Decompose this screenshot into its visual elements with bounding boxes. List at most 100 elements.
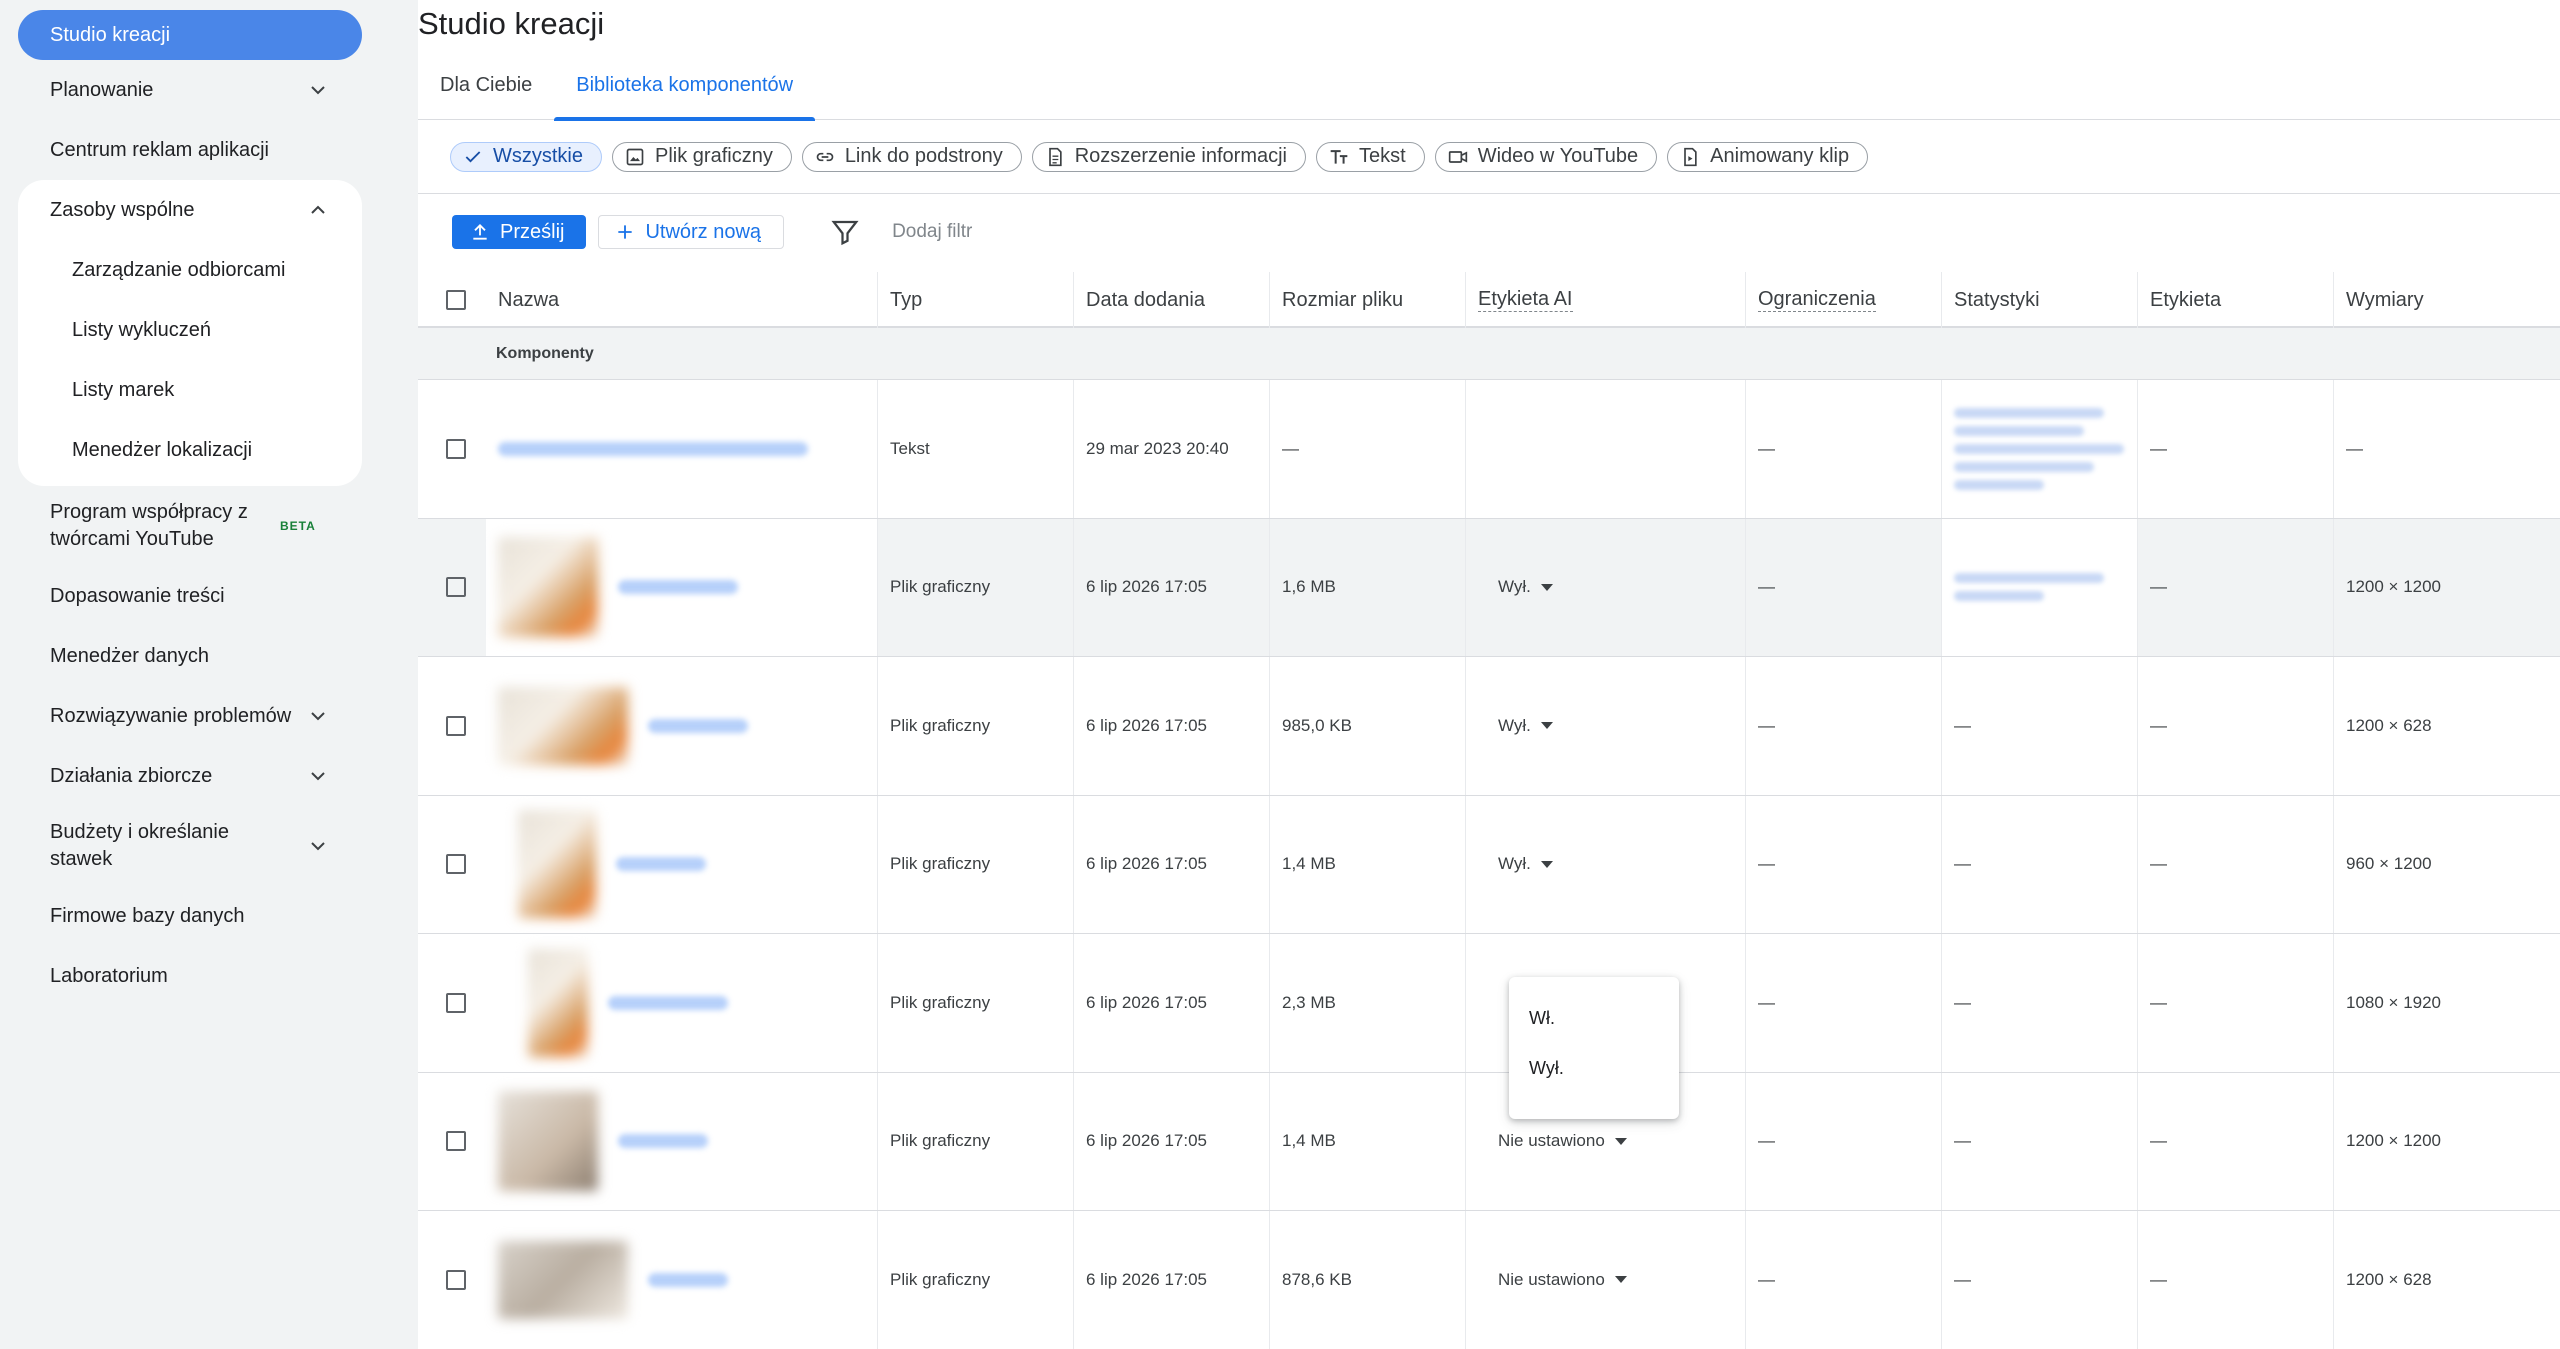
chip-wszystkie[interactable]: Wszystkie bbox=[450, 141, 602, 172]
upload-button-label: Prześlij bbox=[500, 220, 565, 243]
sidebar-subitem-wykluczenia[interactable]: Listy wykluczeń bbox=[18, 300, 362, 360]
row-checkbox-cell bbox=[418, 934, 486, 1072]
table-row[interactable]: Tekst 29 mar 2023 20:40 — — — — bbox=[418, 380, 2560, 519]
date-cell: 6 lip 2026 17:05 bbox=[1074, 518, 1270, 656]
chevron-up-icon bbox=[306, 198, 330, 222]
sidebar-item-dzialania-zbiorcze[interactable]: Działania zbiorcze bbox=[18, 746, 362, 806]
table-row[interactable]: Plik graficzny 6 lip 2026 17:05 878,6 KB… bbox=[418, 1211, 2560, 1349]
sidebar-item-label: Centrum reklam aplikacji bbox=[50, 138, 269, 161]
table-row[interactable]: Plik graficzny 6 lip 2026 17:05 985,0 KB… bbox=[418, 657, 2560, 796]
sidebar-item-zasoby-wspolne[interactable]: Zasoby wspólne bbox=[18, 180, 362, 240]
sidebar-group-zasoby: Zasoby wspólne Zarządzanie odbiorcami Li… bbox=[18, 180, 362, 486]
name-cell[interactable] bbox=[486, 657, 878, 795]
popup-option-on[interactable]: Wł. bbox=[1509, 993, 1679, 1043]
type-cell: Plik graficzny bbox=[878, 518, 1074, 656]
ai-label-cell: Nie ustawiono bbox=[1466, 1211, 1746, 1349]
ai-label-dropdown[interactable]: Nie ustawiono bbox=[1498, 1131, 1627, 1151]
ai-label-popup-menu: Wł. Wył. bbox=[1509, 977, 1679, 1119]
column-header-rozmiar[interactable]: Rozmiar pliku bbox=[1270, 272, 1466, 328]
blurred-name bbox=[616, 857, 706, 872]
chip-label: Rozszerzenie informacji bbox=[1074, 145, 1287, 167]
sidebar-item-planowanie[interactable]: Planowanie bbox=[18, 60, 362, 120]
row-checkbox[interactable] bbox=[446, 992, 466, 1013]
ai-label-dropdown[interactable]: Wył. bbox=[1498, 716, 1553, 736]
column-header-etykieta-ai[interactable]: Etykieta AI bbox=[1466, 272, 1746, 328]
name-cell[interactable] bbox=[486, 380, 878, 518]
add-filter-link[interactable]: Dodaj filtr bbox=[892, 221, 972, 243]
type-cell: Plik graficzny bbox=[878, 795, 1074, 933]
name-cell[interactable] bbox=[486, 795, 878, 933]
chevron-down-icon bbox=[306, 704, 330, 728]
ai-label-dropdown[interactable]: Wył. bbox=[1498, 577, 1553, 597]
sidebar-subitem-marki[interactable]: Listy marek bbox=[18, 360, 362, 420]
create-new-button[interactable]: Utwórz nową bbox=[598, 215, 785, 249]
row-checkbox[interactable] bbox=[446, 577, 466, 598]
name-cell[interactable] bbox=[486, 934, 878, 1072]
ai-label-dropdown[interactable]: Wył. bbox=[1498, 854, 1553, 874]
sidebar-item-laboratorium[interactable]: Laboratorium bbox=[18, 946, 362, 1006]
sidebar-subitem-odbiorcy[interactable]: Zarządzanie odbiorcami bbox=[18, 240, 362, 300]
chip-plik-graficzny[interactable]: Plik graficzny bbox=[612, 141, 792, 172]
size-cell: 878,6 KB bbox=[1270, 1211, 1466, 1349]
row-checkbox[interactable] bbox=[446, 1269, 466, 1290]
row-checkbox-cell bbox=[418, 657, 486, 795]
table-header: Nazwa Typ Data dodania Rozmiar pliku Ety… bbox=[418, 272, 2560, 328]
dims-cell: 1200 × 628 bbox=[2346, 1269, 2432, 1289]
tab-biblioteka[interactable]: Biblioteka komponentów bbox=[554, 56, 815, 121]
row-checkbox[interactable] bbox=[446, 1131, 466, 1152]
table-row[interactable]: Plik graficzny 6 lip 2026 17:05 1,4 MB N… bbox=[418, 1072, 2560, 1211]
row-checkbox-cell bbox=[418, 796, 486, 934]
name-cell[interactable] bbox=[486, 1072, 878, 1210]
column-header-data[interactable]: Data dodania bbox=[1074, 272, 1270, 328]
row-checkbox[interactable] bbox=[446, 715, 466, 736]
chip-animowany-klip[interactable]: Animowany klip bbox=[1667, 141, 1869, 172]
upload-button[interactable]: Prześlij bbox=[452, 215, 587, 249]
sidebar: Studio kreacji Planowanie Centrum reklam… bbox=[0, 0, 380, 1349]
column-header-ograniczenia[interactable]: Ograniczenia bbox=[1746, 272, 1942, 328]
tab-dla-ciebie[interactable]: Dla Ciebie bbox=[418, 56, 554, 120]
row-checkbox[interactable] bbox=[446, 438, 466, 459]
size-cell: 1,6 MB bbox=[1270, 518, 1466, 656]
row-checkbox[interactable] bbox=[446, 854, 466, 875]
sidebar-item-studio-kreacji[interactable]: Studio kreacji bbox=[18, 10, 362, 60]
column-header-nazwa[interactable]: Nazwa bbox=[486, 272, 878, 328]
label-cell: — bbox=[2138, 934, 2334, 1072]
chip-wideo[interactable]: Wideo w YouTube bbox=[1434, 141, 1658, 172]
blurred-name bbox=[618, 580, 738, 595]
table-row[interactable]: Plik graficzny 6 lip 2026 17:05 1,4 MB W… bbox=[418, 795, 2560, 934]
ai-label-dropdown[interactable]: Nie ustawiono bbox=[1498, 1270, 1627, 1290]
sidebar-item-budzety[interactable]: Budżety i określanie stawek bbox=[18, 806, 362, 886]
asset-thumbnail bbox=[498, 686, 628, 765]
table-row[interactable]: Plik graficzny 6 lip 2026 17:05 2,3 MB —… bbox=[418, 934, 2560, 1073]
name-cell[interactable] bbox=[486, 518, 878, 656]
filter-icon[interactable] bbox=[830, 217, 860, 247]
size-cell: 985,0 KB bbox=[1270, 657, 1466, 795]
sidebar-item-menedzer-danych[interactable]: Menedżer danych bbox=[18, 626, 362, 686]
table-row[interactable]: Plik graficzny 6 lip 2026 17:05 1,6 MB W… bbox=[418, 518, 2560, 657]
blurred-stats bbox=[1954, 407, 2124, 490]
create-new-button-label: Utwórz nową bbox=[645, 220, 762, 243]
column-header-statystyki[interactable]: Statystyki bbox=[1942, 272, 2138, 328]
chip-rozszerzenie[interactable]: Rozszerzenie informacji bbox=[1031, 141, 1306, 172]
type-cell: Plik graficzny bbox=[878, 934, 1074, 1072]
sidebar-item-label: Firmowe bazy danych bbox=[50, 904, 245, 927]
sidebar-item-problemy[interactable]: Rozwiązywanie problemów bbox=[18, 686, 362, 746]
ai-label-cell bbox=[1466, 380, 1746, 518]
sidebar-item-firmowe-bazy[interactable]: Firmowe bazy danych bbox=[18, 886, 362, 946]
assets-table: Nazwa Typ Data dodania Rozmiar pliku Ety… bbox=[418, 272, 2560, 1349]
chip-tekst[interactable]: Tekst bbox=[1316, 141, 1425, 172]
ai-label-cell: Wył. bbox=[1466, 795, 1746, 933]
chip-link[interactable]: Link do podstrony bbox=[801, 141, 1022, 172]
column-header-wymiary[interactable]: Wymiary bbox=[2334, 272, 2560, 328]
caret-down-icon bbox=[1614, 1137, 1627, 1145]
sidebar-item-dopasowanie[interactable]: Dopasowanie treści bbox=[18, 566, 362, 626]
name-cell[interactable] bbox=[486, 1211, 878, 1349]
date-cell: 6 lip 2026 17:05 bbox=[1074, 1072, 1270, 1210]
sidebar-item-centrum-reklam[interactable]: Centrum reklam aplikacji bbox=[18, 120, 362, 180]
sidebar-item-youtube-creators[interactable]: Program współpracy z twórcami YouTube BE… bbox=[18, 486, 362, 566]
select-all-checkbox[interactable] bbox=[446, 290, 466, 310]
sidebar-subitem-lokalizacje[interactable]: Menedżer lokalizacji bbox=[18, 420, 362, 480]
popup-option-off[interactable]: Wył. bbox=[1509, 1043, 1679, 1093]
column-header-typ[interactable]: Typ bbox=[878, 272, 1074, 328]
column-header-etykieta[interactable]: Etykieta bbox=[2138, 272, 2334, 328]
